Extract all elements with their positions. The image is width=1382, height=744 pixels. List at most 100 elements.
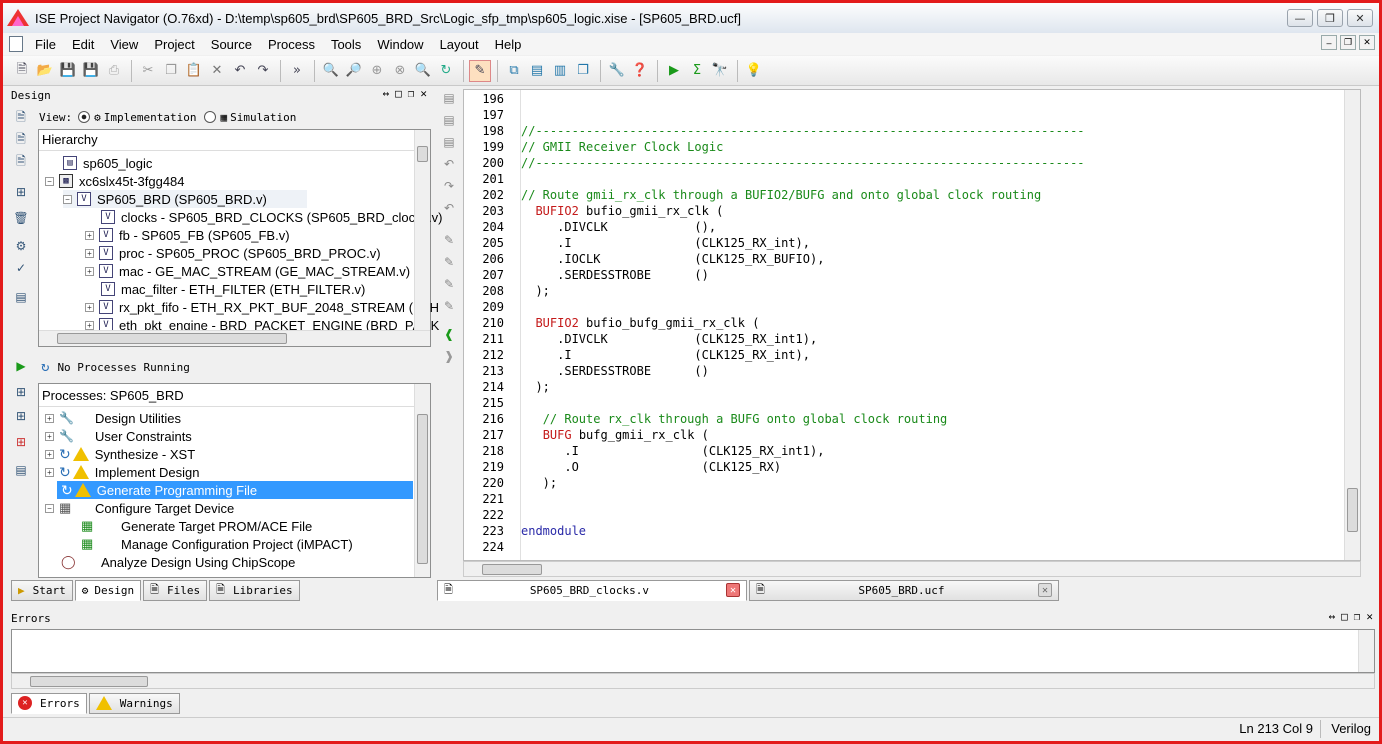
panel-close-icon[interactable]: ✕ [1366, 610, 1373, 623]
editor-tool-icon[interactable]: ✎ [439, 231, 459, 249]
add-source-icon[interactable]: 🗎 [11, 109, 31, 127]
menu-edit[interactable]: Edit [64, 37, 102, 52]
undo-icon[interactable]: ↶ [229, 60, 251, 82]
help-cursor-icon[interactable]: ❓ [629, 60, 651, 82]
code-line[interactable]: ); [521, 284, 549, 298]
tab-design[interactable]: ⚙ Design [74, 579, 142, 601]
code-line[interactable]: //--------------------------------------… [521, 156, 1085, 170]
errors-hscroll-thumb[interactable] [30, 676, 148, 687]
zoom-fit-icon[interactable]: ⊗ [389, 60, 411, 82]
tab-libraries[interactable]: 🗎 Libraries [209, 579, 300, 601]
close-button[interactable]: ✕ [1347, 9, 1373, 27]
zoom-select-icon[interactable]: 🔍 [412, 60, 434, 82]
process-implement-design[interactable]: + ↻ Implement Design [45, 463, 200, 481]
implementation-label[interactable]: Implementation [104, 111, 197, 124]
code-line[interactable]: .O (CLK125_RX) [521, 460, 781, 474]
menu-project[interactable]: Project [146, 37, 202, 52]
print-icon[interactable]: ⎙ [103, 60, 125, 82]
editor-tool-icon[interactable]: ↶ [439, 199, 459, 217]
code-line[interactable]: ); [521, 476, 557, 490]
zoom-full-icon[interactable]: ⊕ [366, 60, 388, 82]
process-generate-prom[interactable]: ▦ Generate Target PROM/ACE File [81, 517, 312, 535]
mdi-close-button[interactable]: ✕ [1359, 35, 1375, 50]
editor-vscroll-thumb[interactable] [1347, 488, 1358, 532]
panel-maximize-icon[interactable]: □ [1341, 610, 1348, 623]
process-configure-target-device[interactable]: − ▦ Configure Target Device [45, 499, 234, 517]
panel-close-icon[interactable]: ✕ [420, 87, 427, 100]
menu-window[interactable]: Window [369, 37, 431, 52]
restore-button[interactable]: ❐ [1317, 9, 1343, 27]
expand-icon[interactable]: + [85, 320, 94, 330]
delete-icon[interactable]: ✕ [206, 60, 228, 82]
new-source-icon[interactable]: 🗎 [11, 131, 31, 149]
mdi-minimize-button[interactable]: – [1321, 35, 1337, 50]
expand-icon[interactable]: + [45, 449, 54, 459]
panel-restore-icon[interactable]: ❐ [408, 87, 415, 100]
process-chipscope[interactable]: ◯ Analyze Design Using ChipScope [61, 553, 295, 571]
tab-files[interactable]: 🗎 Files [143, 579, 208, 601]
editor-tab-ucf[interactable]: 🗎 SP605_BRD.ucf ✕ [749, 579, 1059, 601]
paste-icon[interactable]: 📋 [183, 60, 205, 82]
minimize-button[interactable]: — [1287, 9, 1313, 27]
simulation-radio[interactable] [204, 111, 217, 123]
editor-tool-icon[interactable]: ✎ [439, 275, 459, 293]
errors-vscroll[interactable] [1358, 630, 1374, 672]
telescope-icon[interactable]: 🔭 [709, 60, 731, 82]
window-icon[interactable]: ❐ [572, 60, 594, 82]
code-line[interactable]: BUFIO2 bufio_gmii_rx_clk ( [521, 204, 723, 218]
editor-tool-icon[interactable]: ▤ [439, 133, 459, 151]
code-line[interactable]: .DIVCLK (CLK125_RX_int1), [521, 332, 817, 346]
tree-item-project[interactable]: ▤ sp605_logic [63, 154, 152, 172]
tree-item-mac-filter[interactable]: Vmac_filter - ETH_FILTER (ETH_FILTER.v) [101, 280, 365, 298]
code-line[interactable]: BUFIO2 bufio_bufg_gmii_rx_clk ( [521, 316, 759, 330]
run-process-icon[interactable]: ▶ [11, 357, 31, 375]
refresh-icon[interactable]: ↻ [435, 60, 457, 82]
editor-tool-icon[interactable]: ↷ [439, 177, 459, 195]
code-line[interactable]: .I (CLK125_RX_int), [521, 236, 810, 250]
tab-warnings[interactable]: Warnings [88, 692, 180, 714]
menu-process[interactable]: Process [260, 37, 323, 52]
editor-tool-icon[interactable]: ▤ [439, 89, 459, 107]
hierarchy-hscroll[interactable] [39, 330, 430, 346]
expand-icon[interactable]: + [85, 248, 94, 258]
code-line[interactable]: //--------------------------------------… [521, 124, 1085, 138]
expand-icon[interactable]: + [45, 467, 54, 477]
mdi-restore-button[interactable]: ❐ [1340, 35, 1356, 50]
add-copy-source-icon[interactable]: 🗎 [11, 153, 31, 171]
expand-icon[interactable]: + [45, 413, 54, 423]
wrench-icon[interactable]: 🔧 [606, 60, 628, 82]
code-line[interactable]: BUFG bufg_gmii_rx_clk ( [521, 428, 709, 442]
implementation-radio[interactable] [78, 111, 91, 123]
process-design-utilities[interactable]: + 🔧 Design Utilities [45, 409, 181, 427]
menu-file[interactable]: File [27, 37, 64, 52]
menu-tools[interactable]: Tools [323, 37, 369, 52]
code-line[interactable]: ); [521, 380, 549, 394]
panel-float-icon[interactable]: ↔ [383, 87, 390, 100]
tree-item-proc[interactable]: + Vproc - SP605_PROC (SP605_BRD_PROC.v) [85, 244, 381, 262]
copy-icon[interactable]: ❐ [160, 60, 182, 82]
zoom-out-icon[interactable]: 🔎 [343, 60, 365, 82]
tree-item-fb[interactable]: + Vfb - SP605_FB (SP605_FB.v) [85, 226, 290, 244]
code-line[interactable]: .SERDESSTROBE () [521, 268, 709, 282]
simulation-label[interactable]: Simulation [230, 111, 296, 124]
code-line[interactable]: // Route gmii_rx_clk through a BUFIO2/BU… [521, 188, 1041, 202]
cut-icon[interactable]: ✂ [137, 60, 159, 82]
expand-icon[interactable]: + [45, 431, 54, 441]
panel-float-icon[interactable]: ↔ [1329, 610, 1336, 623]
editor-tab-clocks[interactable]: 🗎 SP605_BRD_clocks.v ✕ [437, 579, 747, 601]
hierarchy-vscroll[interactable] [414, 130, 430, 330]
editor-hscroll[interactable] [463, 561, 1361, 577]
rerun-icon[interactable]: ⊞ [11, 383, 31, 401]
check-icon[interactable]: ✓ [11, 259, 31, 277]
hierarchy-hscroll-thumb[interactable] [57, 333, 287, 344]
zoom-in-icon[interactable]: 🔍 [320, 60, 342, 82]
process-generate-programming-file[interactable]: ↻ Generate Programming File [57, 481, 413, 499]
tab-start[interactable]: ▶ Start [11, 579, 73, 601]
save-icon[interactable]: 💾 [57, 60, 79, 82]
menu-source[interactable]: Source [203, 37, 260, 52]
tree-item-mac[interactable]: + Vmac - GE_MAC_STREAM (GE_MAC_STREAM.v) [85, 262, 410, 280]
process-user-constraints[interactable]: + 🔧 User Constraints [45, 427, 192, 445]
toolbar-overflow-icon[interactable]: » [286, 60, 308, 82]
editor-tool-icon[interactable]: ✎ [439, 297, 459, 315]
collapse-icon[interactable]: − [45, 503, 54, 513]
